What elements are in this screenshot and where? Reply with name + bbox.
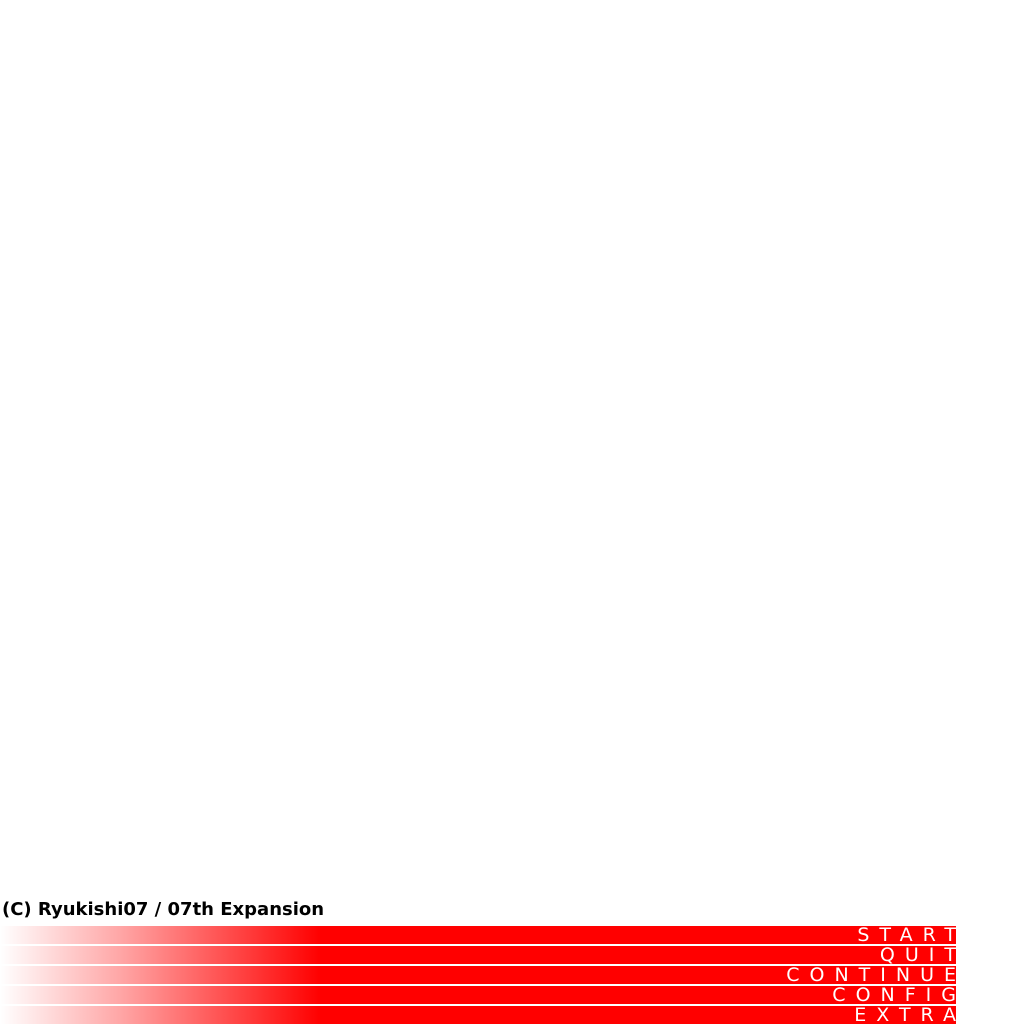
menu-item-label: QUIT	[879, 944, 966, 966]
menu-item-config[interactable]: CONFIG	[0, 986, 956, 1005]
menu-item-continue[interactable]: CONTINUE	[0, 966, 956, 985]
menu-item-extra[interactable]: EXTRA	[0, 1006, 956, 1025]
menu-item-quit[interactable]: QUIT	[0, 946, 956, 965]
main-menu: START QUIT CONTINUE CONFIG EXTRA	[0, 926, 956, 1025]
menu-item-label: EXTRA	[854, 1004, 966, 1026]
menu-item-label: START	[857, 924, 966, 946]
menu-item-label: CONTINUE	[786, 964, 966, 986]
menu-item-label: CONFIG	[832, 984, 966, 1006]
copyright-notice: (C) Ryukishi07 / 07th Expansion	[2, 899, 325, 920]
title-screen: { "copyright": "(C) Ryukishi07 / 07th Ex…	[0, 0, 1024, 1025]
menu-item-start[interactable]: START	[0, 926, 956, 945]
